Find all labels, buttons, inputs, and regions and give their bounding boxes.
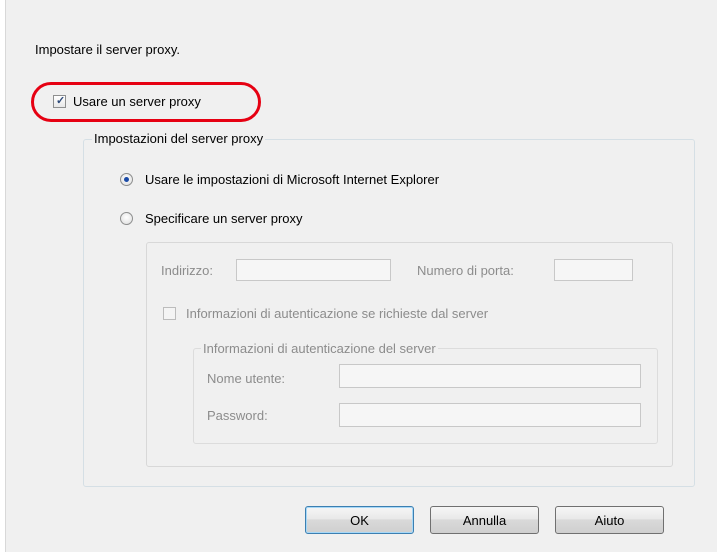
proxy-settings-group-title: Impostazioni del server proxy <box>92 131 266 146</box>
auth-required-checkbox[interactable] <box>163 307 176 320</box>
username-label: Nome utente: <box>207 371 286 386</box>
port-input[interactable] <box>554 259 633 281</box>
use-ie-settings-radio[interactable] <box>120 173 133 186</box>
highlight-annotation <box>31 82 261 122</box>
help-button[interactable]: Aiuto <box>555 506 664 534</box>
username-input[interactable] <box>339 364 641 388</box>
radio-selected-dot-icon <box>124 177 129 182</box>
cancel-button[interactable]: Annulla <box>430 506 539 534</box>
auth-group <box>193 348 658 444</box>
ok-button[interactable]: OK <box>305 506 414 534</box>
specify-proxy-label[interactable]: Specificare un server proxy <box>145 211 303 226</box>
auth-required-label[interactable]: Informazioni di autenticazione se richie… <box>186 306 488 321</box>
use-ie-settings-label[interactable]: Usare le impostazioni di Microsoft Inter… <box>145 172 439 187</box>
instruction-text: Impostare il server proxy. <box>35 42 180 57</box>
auth-group-title: Informazioni di autenticazione del serve… <box>201 341 438 356</box>
password-label: Password: <box>207 408 268 423</box>
address-input[interactable] <box>236 259 391 281</box>
port-label: Numero di porta: <box>417 263 514 278</box>
address-label: Indirizzo: <box>161 263 214 278</box>
specify-proxy-radio[interactable] <box>120 212 133 225</box>
password-input[interactable] <box>339 403 641 427</box>
